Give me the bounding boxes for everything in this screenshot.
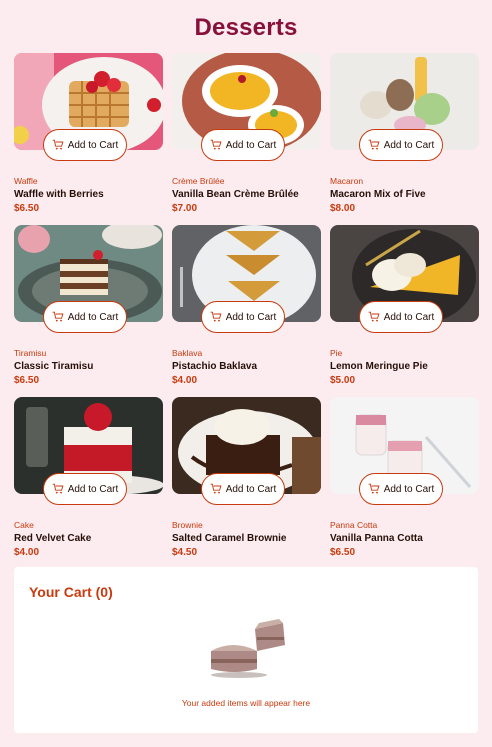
- empty-cart-cake-icon: [211, 619, 285, 678]
- add-to-cart-label: Add to Cart: [383, 139, 435, 151]
- product-grid: Add to Cart Waffle Waffle with Berries $…: [14, 53, 479, 569]
- add-to-cart-button[interactable]: Add to Cart: [201, 301, 285, 333]
- product-price: $4.50: [172, 547, 198, 558]
- product-category: Panna Cotta: [330, 520, 378, 530]
- cart-empty-message: Your added items will appear here: [181, 698, 311, 708]
- cart-plus-icon: [210, 311, 222, 322]
- add-to-cart-label: Add to Cart: [67, 311, 119, 323]
- cart-plus-icon: [210, 139, 222, 150]
- product-name: Salted Caramel Brownie: [172, 533, 287, 544]
- cart-plus-icon: [368, 311, 380, 322]
- product-card-baklava: Add to Cart Baklava Pistachio Baklava $4…: [172, 225, 321, 397]
- product-card-creme-brulee: Add to Cart Crème Brûlée Vanilla Bean Cr…: [172, 53, 321, 225]
- product-category: Waffle: [14, 176, 38, 186]
- product-name: Waffle with Berries: [14, 189, 104, 200]
- product-category: Tiramisu: [14, 348, 47, 358]
- product-price: $6.50: [14, 203, 40, 214]
- product-category: Cake: [14, 520, 34, 530]
- product-category: Pie: [330, 348, 343, 358]
- product-name: Vanilla Panna Cotta: [330, 533, 423, 544]
- add-to-cart-label: Add to Cart: [225, 483, 277, 495]
- product-name: Red Velvet Cake: [14, 533, 92, 544]
- product-name: Classic Tiramisu: [14, 361, 94, 372]
- cart-plus-icon: [210, 483, 222, 494]
- add-to-cart-label: Add to Cart: [383, 311, 435, 323]
- product-price: $6.50: [330, 547, 356, 558]
- add-to-cart-button[interactable]: Add to Cart: [201, 129, 285, 161]
- product-card-panna-cotta: Add to Cart Panna Cotta Vanilla Panna Co…: [330, 397, 479, 569]
- product-price: $5.00: [330, 375, 356, 386]
- product-category: Brownie: [172, 520, 203, 530]
- cart-plus-icon: [368, 139, 380, 150]
- product-price: $6.50: [14, 375, 40, 386]
- cart-plus-icon: [52, 311, 64, 322]
- add-to-cart-button[interactable]: Add to Cart: [201, 473, 285, 505]
- add-to-cart-label: Add to Cart: [225, 139, 277, 151]
- product-card-tiramisu: Add to Cart Tiramisu Classic Tiramisu $6…: [14, 225, 163, 397]
- cart-plus-icon: [52, 139, 64, 150]
- cart-plus-icon: [52, 483, 64, 494]
- add-to-cart-button[interactable]: Add to Cart: [359, 129, 443, 161]
- product-category: Crème Brûlée: [172, 176, 225, 186]
- product-name: Lemon Meringue Pie: [330, 361, 428, 372]
- cart-panel: Your Cart (0) Your added items will appe…: [14, 567, 478, 733]
- add-to-cart-label: Add to Cart: [225, 311, 277, 323]
- product-card-brownie: Add to Cart Brownie Salted Caramel Brown…: [172, 397, 321, 569]
- product-name: Macaron Mix of Five: [330, 189, 426, 200]
- add-to-cart-button[interactable]: Add to Cart: [43, 129, 127, 161]
- product-name: Vanilla Bean Crème Brûlée: [172, 189, 299, 200]
- add-to-cart-button[interactable]: Add to Cart: [359, 473, 443, 505]
- add-to-cart-button[interactable]: Add to Cart: [43, 301, 127, 333]
- add-to-cart-label: Add to Cart: [383, 483, 435, 495]
- add-to-cart-label: Add to Cart: [67, 139, 119, 151]
- product-card-cake: Add to Cart Cake Red Velvet Cake $4.00: [14, 397, 163, 569]
- product-category: Macaron: [330, 176, 364, 186]
- add-to-cart-button[interactable]: Add to Cart: [43, 473, 127, 505]
- cart-title: Your Cart (0): [29, 584, 113, 600]
- product-card-macaron: Add to Cart Macaron Macaron Mix of Five …: [330, 53, 479, 225]
- add-to-cart-button[interactable]: Add to Cart: [359, 301, 443, 333]
- page-title: Desserts: [194, 14, 298, 41]
- product-card-waffle: Add to Cart Waffle Waffle with Berries $…: [14, 53, 163, 225]
- product-price: $7.00: [172, 203, 198, 214]
- add-to-cart-label: Add to Cart: [67, 483, 119, 495]
- product-category: Baklava: [172, 348, 203, 358]
- product-price: $4.00: [172, 375, 198, 386]
- product-card-pie: Add to Cart Pie Lemon Meringue Pie $5.00: [330, 225, 479, 397]
- product-price: $8.00: [330, 203, 356, 214]
- cart-plus-icon: [368, 483, 380, 494]
- product-name: Pistachio Baklava: [172, 361, 258, 372]
- product-price: $4.00: [14, 547, 40, 558]
